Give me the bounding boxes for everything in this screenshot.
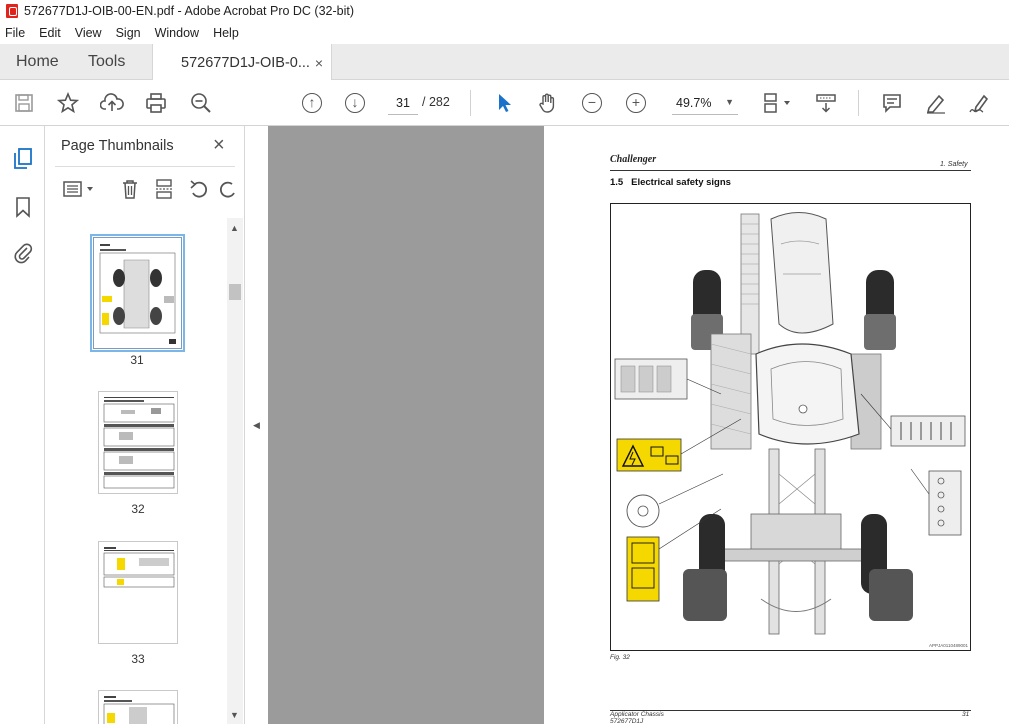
bookmarks-icon[interactable]	[11, 195, 35, 219]
highlight-pen-icon[interactable]	[924, 91, 948, 115]
chassis-figure	[614, 212, 966, 635]
section-heading: 1.5 Electrical safety signs	[610, 177, 731, 188]
tab-close-icon[interactable]: ×	[315, 55, 323, 71]
thumbnail-page-33[interactable]	[98, 541, 178, 644]
tab-document-label: 572677D1J-OIB-0...	[181, 54, 310, 71]
footer-rule	[610, 710, 971, 711]
scroll-mode-icon[interactable]	[814, 91, 838, 115]
scrollbar-thumb[interactable]	[229, 284, 241, 300]
tab-tools[interactable]: Tools	[88, 44, 125, 80]
next-page-icon[interactable]: ↓	[343, 91, 367, 115]
delete-page-icon[interactable]	[117, 178, 143, 200]
select-cursor-icon[interactable]	[492, 91, 516, 115]
brand-logo: Challenger	[610, 154, 657, 165]
panel-close-icon[interactable]: ×	[213, 134, 225, 157]
page-total: / 282	[422, 95, 450, 109]
thumbnail-label-31: 31	[130, 353, 144, 367]
panel-title: Page Thumbnails	[61, 138, 174, 154]
previous-page-icon[interactable]: ↑	[300, 91, 324, 115]
thumbnail-options-icon[interactable]	[59, 178, 99, 200]
menu-edit[interactable]: Edit	[39, 26, 61, 40]
comment-icon[interactable]	[880, 91, 904, 115]
menu-bar: File Edit View Sign Window Help	[0, 22, 1009, 44]
rotate-clockwise-icon[interactable]	[217, 178, 239, 200]
attachments-icon[interactable]	[11, 241, 35, 265]
thumbnail-label-33: 33	[131, 652, 145, 666]
save-icon[interactable]	[12, 91, 36, 115]
panel-collapse-strip[interactable]: ◀	[245, 126, 268, 724]
bookmark-star-icon[interactable]	[56, 91, 80, 115]
collapse-panel-icon[interactable]: ◀	[253, 420, 260, 431]
page-thumbnails-icon[interactable]	[11, 147, 35, 171]
zoom-in-icon[interactable]: +	[624, 91, 648, 115]
thumbnail-page-34[interactable]	[98, 690, 178, 724]
chevron-down-icon: ▼	[725, 97, 734, 107]
chapter-label: 1. Safety	[940, 161, 968, 168]
thumbnail-scrollbar[interactable]: ▲ ▼	[227, 218, 243, 724]
menu-view[interactable]: View	[75, 26, 102, 40]
tab-document[interactable]: 572677D1J-OIB-0... ×	[152, 44, 332, 81]
menu-window[interactable]: Window	[155, 26, 199, 40]
scroll-up-icon[interactable]: ▲	[230, 223, 239, 233]
figure-frame: APPJA0110489001	[610, 203, 971, 651]
panel-divider	[55, 166, 235, 167]
thumbnail-page-32[interactable]	[98, 391, 178, 494]
footer-page-number: 31	[962, 711, 970, 718]
toolbar-divider-2	[858, 90, 859, 116]
zoom-level-value: 49.7%	[676, 95, 712, 110]
zoom-out-icon[interactable]: −	[580, 91, 604, 115]
window-title: 572677D1J-OIB-00-EN.pdf - Adobe Acrobat …	[24, 4, 355, 18]
hand-tool-icon[interactable]	[536, 91, 560, 115]
title-bar: 572677D1J-OIB-00-EN.pdf - Adobe Acrobat …	[0, 0, 1009, 22]
menu-file[interactable]: File	[5, 26, 25, 40]
thumbnail-page-31[interactable]	[90, 234, 185, 352]
share-upload-icon[interactable]	[100, 91, 124, 115]
thumbnail-label-32: 32	[131, 502, 145, 516]
sign-icon[interactable]	[968, 91, 992, 115]
menu-help[interactable]: Help	[213, 26, 239, 40]
rotate-counterclockwise-icon[interactable]	[186, 178, 212, 200]
footer-title: Applicator Chassis	[610, 711, 664, 718]
pdf-app-icon	[6, 4, 18, 18]
tab-bar: Home Tools 572677D1J-OIB-0... ×	[0, 44, 1009, 81]
page-number-input[interactable]: 31	[388, 91, 418, 115]
scroll-down-icon[interactable]: ▼	[230, 710, 239, 720]
extract-pages-icon[interactable]	[151, 178, 177, 200]
figure-code: APPJA0110489001	[929, 643, 968, 648]
zoom-level-select[interactable]: 49.7% ▼	[672, 91, 738, 115]
thumbnail-list: 31 32 33	[45, 218, 227, 724]
menu-sign[interactable]: Sign	[116, 26, 141, 40]
page-fit-icon[interactable]	[760, 91, 792, 115]
print-icon[interactable]	[144, 91, 168, 115]
toolbar-divider	[470, 90, 471, 116]
tab-home[interactable]: Home	[16, 44, 59, 80]
header-rule	[610, 170, 971, 171]
zoom-search-icon[interactable]	[189, 91, 213, 115]
figure-caption: Fig. 32	[610, 654, 630, 661]
